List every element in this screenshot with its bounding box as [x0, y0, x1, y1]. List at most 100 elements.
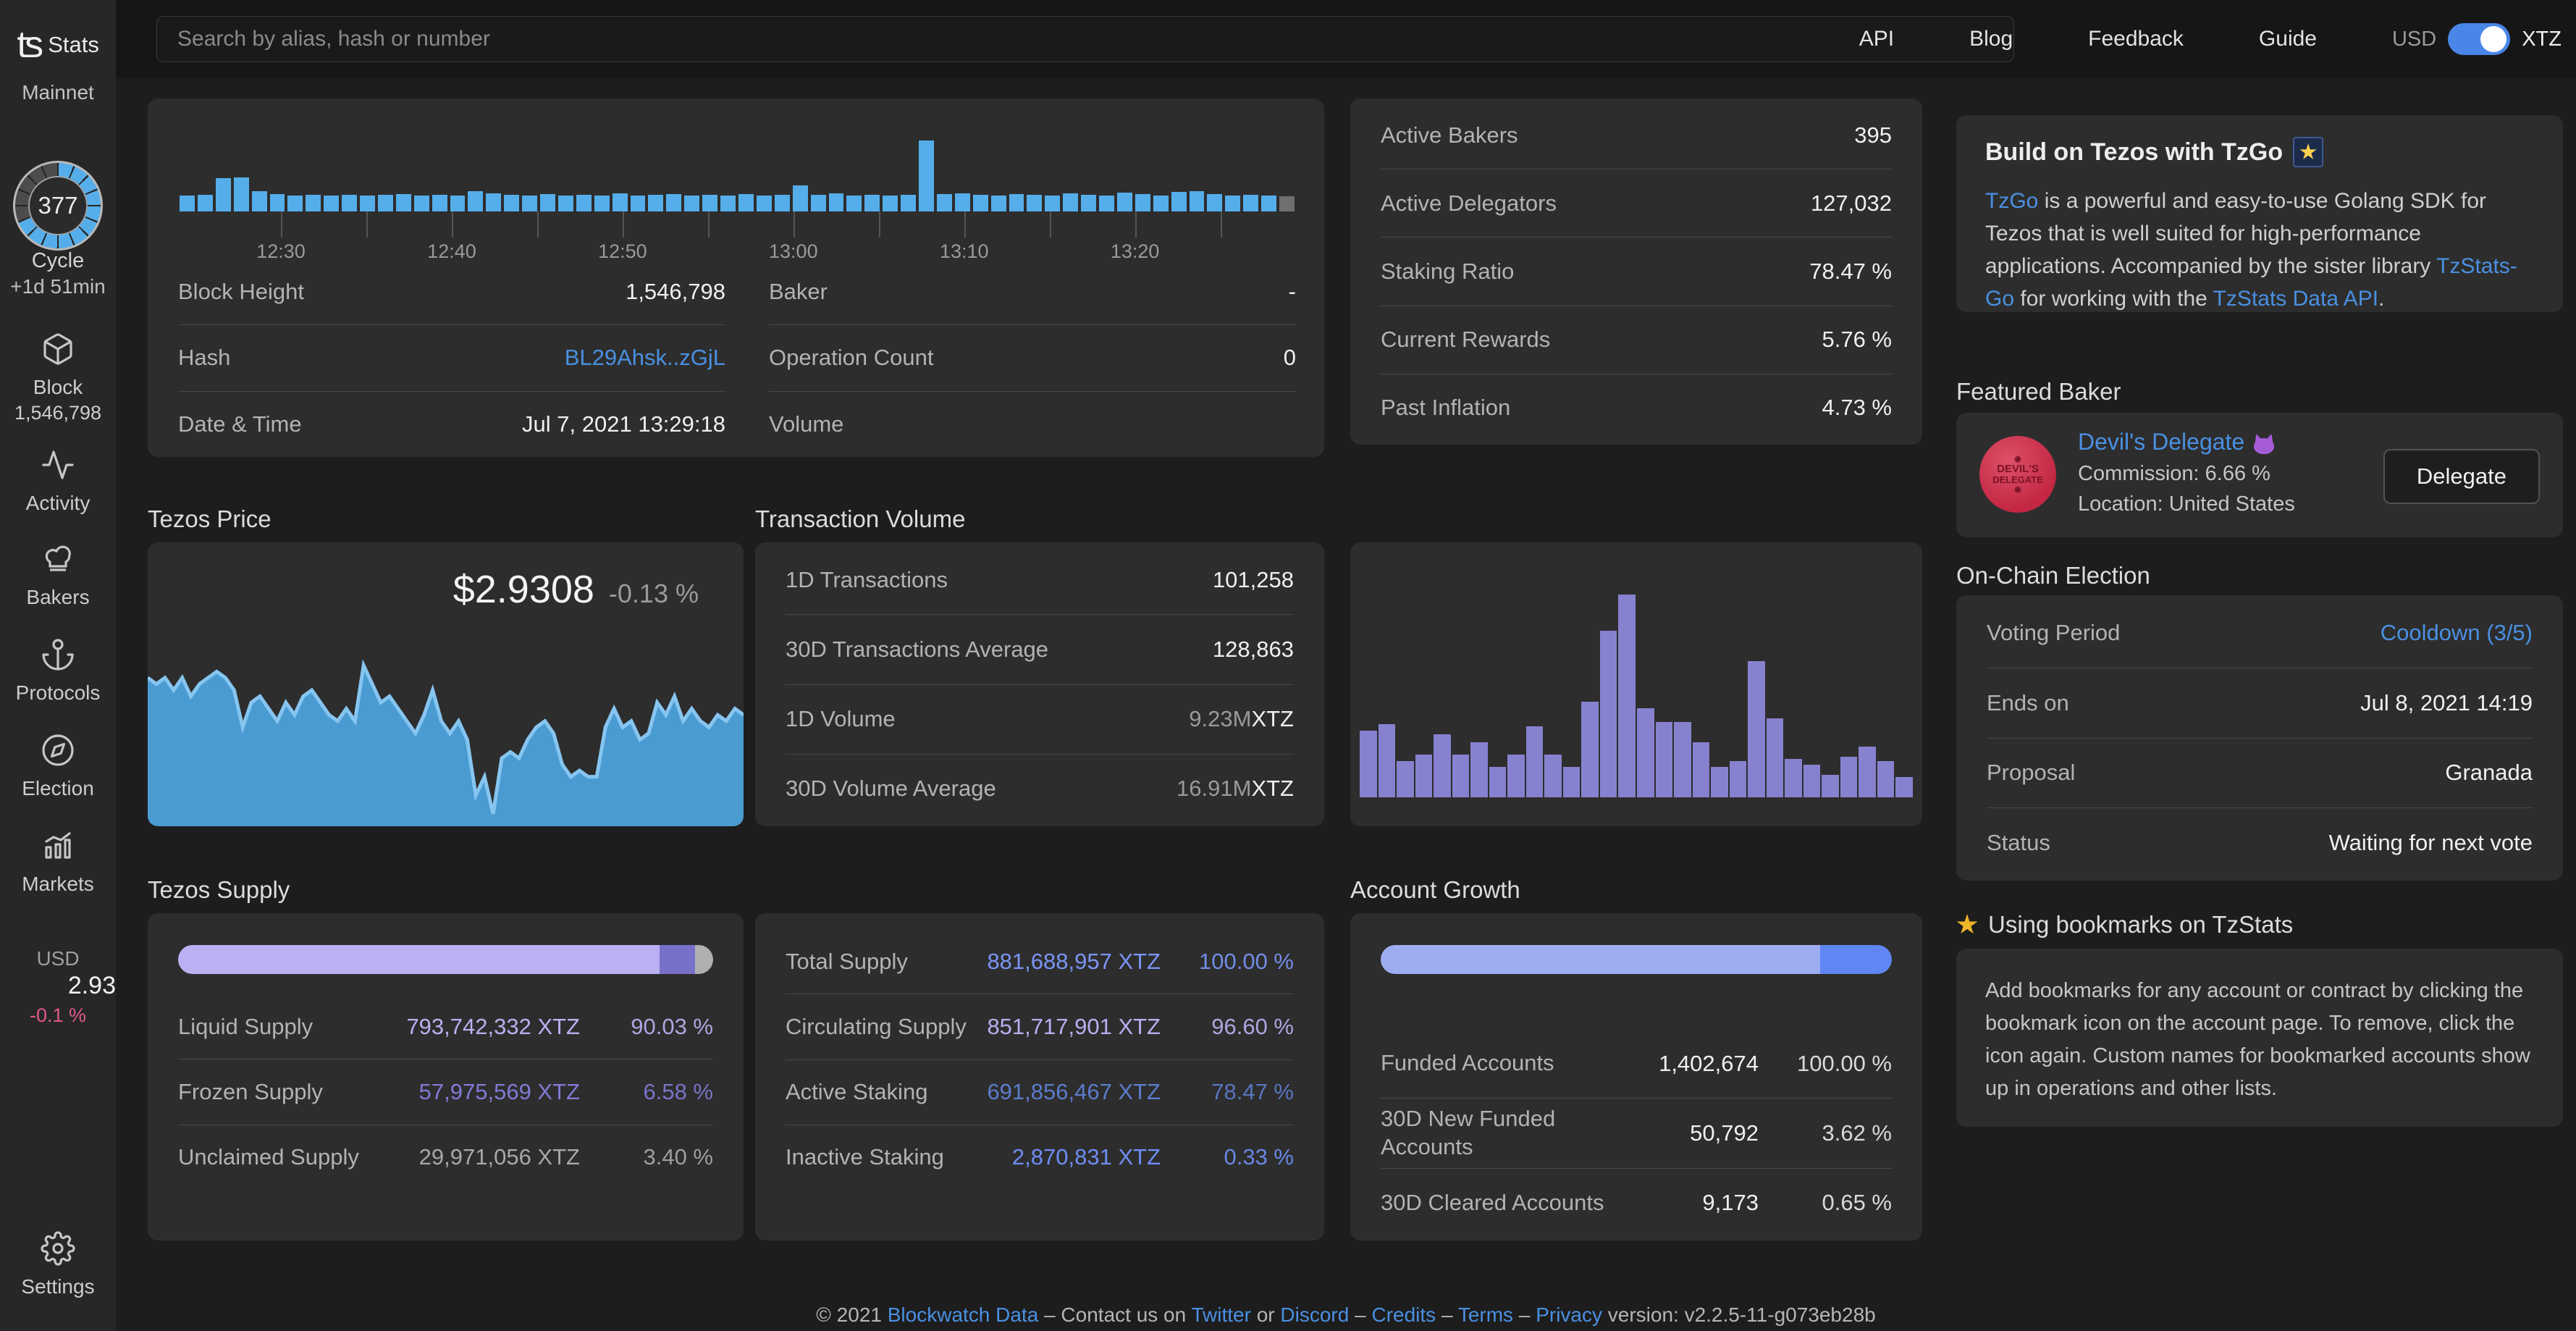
- avatar-text: DEVIL'S: [1997, 462, 2039, 475]
- table-row: Total Supply 881,688,957 XTZ 100.00 %: [786, 929, 1294, 994]
- tx-volume-heading: Transaction Volume: [755, 505, 966, 532]
- sidebar-item-activity[interactable]: Activity: [0, 448, 116, 515]
- row-value: 128,863: [1212, 636, 1294, 662]
- activity-pulse-icon: [41, 450, 75, 485]
- currency-xtz-label[interactable]: XTZ: [2522, 28, 2562, 51]
- topbar-link-api[interactable]: API: [1859, 27, 1894, 51]
- chart-tick-line: [707, 211, 710, 238]
- table-row: Date & Time Jul 7, 2021 13:29:18: [178, 390, 725, 457]
- inline-text: –: [1349, 1303, 1372, 1326]
- block-bar: [738, 194, 754, 211]
- volume-bar: [1674, 722, 1691, 797]
- inline-text: –: [1436, 1303, 1458, 1326]
- supply-left-panel: Liquid Supply 793,742,332 XTZ 90.03 % Froze…: [148, 913, 744, 1240]
- currency-switch: USD XTZ: [2392, 23, 2562, 55]
- row-value: 793,742,332 XTZ: [406, 1013, 580, 1039]
- election-panel: Voting Period Cooldown (3/5) Ends on Jul 8,…: [1956, 595, 2563, 881]
- tzstats-logo[interactable]: ʦ Stats: [0, 26, 116, 64]
- sidebar-item-settings[interactable]: Settings: [0, 1231, 116, 1298]
- sidebar-item-protocols[interactable]: Protocols: [0, 637, 116, 705]
- bookmarks-heading: Using bookmarks on TzStats: [1956, 911, 2293, 939]
- sidebar-item-election[interactable]: Election: [0, 733, 116, 800]
- currency-toggle[interactable]: [2448, 23, 2511, 55]
- table-row: 30D Volume Average 16.91M XTZ: [786, 753, 1294, 823]
- growth-rows: Funded Accounts 1,402,674 100.00 % 30D New …: [1381, 1029, 1892, 1238]
- inline-text: is a powerful and easy-to-use Golang SDK…: [1985, 189, 2487, 278]
- growth-progress-bar: [1381, 945, 1892, 974]
- compass-icon: [41, 734, 75, 771]
- baker-commission: Commission: 6.66 %: [2078, 462, 2270, 485]
- inline-link[interactable]: Blockwatch Data: [888, 1303, 1039, 1326]
- volume-bar: [1729, 760, 1747, 797]
- network-stats-panel: Active Bakers 395 Active Delegators 127,032…: [1350, 98, 1922, 445]
- block-bar: [684, 196, 700, 211]
- tzstats-dashboard: ʦ Stats Mainnet 377 Cycle +1d 51min Bloc…: [0, 0, 2576, 1331]
- baker-name-link[interactable]: Devil's Delegate: [2078, 429, 2244, 455]
- block-bar: [1099, 196, 1114, 211]
- table-row: Staking Ratio 78.47 %: [1381, 237, 1892, 305]
- row-value: 78.47 %: [1809, 259, 1892, 284]
- row-values: -: [1289, 279, 1296, 305]
- row-label: Current Rewards: [1381, 327, 1551, 353]
- volume-bar: [1840, 757, 1858, 797]
- progress-segment: [660, 945, 695, 974]
- volume-bar: [1895, 777, 1913, 797]
- inline-link[interactable]: Discord: [1280, 1303, 1349, 1326]
- cycle-eta: +1d 51min: [10, 275, 106, 298]
- star-icon: [1956, 914, 1978, 934]
- cycle-number: 377: [28, 176, 88, 235]
- chart-tick-line: [964, 211, 966, 238]
- table-row: Baker -: [769, 259, 1296, 324]
- growth-heading: Account Growth: [1350, 876, 1520, 903]
- sidebar-item-block[interactable]: Block 1,546,798: [0, 332, 116, 424]
- table-row: Circulating Supply 851,717,901 XTZ 96.60 %: [786, 994, 1294, 1059]
- row-value: 0: [1283, 345, 1296, 371]
- row-percent: 6.58 %: [643, 1078, 713, 1104]
- baker-avatar[interactable]: ◉ DEVIL'S DELEGATE ◉: [1979, 436, 2056, 513]
- row-values: 29,971,056 XTZ 3.40 %: [419, 1144, 713, 1170]
- inline-link[interactable]: TzGo: [1985, 189, 2038, 213]
- row-label: Active Staking: [786, 1079, 928, 1105]
- topbar-links: API Blog Feedback Guide USD XTZ: [1859, 0, 2562, 78]
- topbar-link-blog[interactable]: Blog: [1969, 27, 2013, 51]
- inline-link[interactable]: Credits: [1371, 1303, 1436, 1326]
- inline-link[interactable]: Terms: [1458, 1303, 1513, 1326]
- block-bar: [468, 191, 484, 211]
- topbar-link-guide[interactable]: Guide: [2259, 27, 2317, 51]
- block-bar: [919, 140, 934, 211]
- volume-bar: [1378, 724, 1396, 797]
- row-value: 5.76 %: [1822, 327, 1892, 353]
- table-row: Past Inflation 4.73 %: [1381, 373, 1892, 442]
- block-bar: [576, 195, 592, 211]
- inline-link[interactable]: TzStats Data API: [2213, 287, 2378, 311]
- block-bar: [395, 194, 411, 211]
- delegate-button[interactable]: Delegate: [2383, 449, 2540, 504]
- volume-bar: [1711, 767, 1728, 797]
- row-values: Waiting for next vote: [2329, 830, 2533, 856]
- row-values: 1,546,798: [626, 279, 725, 305]
- inline-link[interactable]: Privacy: [1536, 1303, 1602, 1326]
- inline-link[interactable]: Twitter: [1191, 1303, 1250, 1326]
- row-value: 9,173: [1702, 1190, 1759, 1216]
- sidebar-item-bakers[interactable]: Bakers: [0, 542, 116, 609]
- block-bar: [540, 194, 555, 211]
- row-values: 57,975,569 XTZ 6.58 %: [419, 1079, 713, 1105]
- table-row: Hash BL29Ahsk..zGjL: [178, 324, 725, 390]
- currency-usd-label[interactable]: USD: [2392, 28, 2436, 51]
- cycle-gauge: 377: [13, 161, 103, 251]
- row-value-link[interactable]: BL29Ahsk..zGjL: [565, 345, 725, 371]
- row-label: Block Height: [178, 279, 305, 305]
- sidebar-item-markets[interactable]: Markets: [0, 828, 116, 896]
- row-value-link[interactable]: Cooldown (3/5): [2381, 620, 2533, 646]
- row-label: 30D Transactions Average: [786, 636, 1049, 662]
- sidebar-item-label: Election: [22, 777, 94, 799]
- block-bar: [1243, 195, 1259, 211]
- row-value: 29,971,056 XTZ: [418, 1144, 580, 1170]
- sidebar-price-widget: USD 2.93 -0.1 %: [0, 947, 116, 1027]
- table-row: Inactive Staking 2,870,831 XTZ 0.33 %: [786, 1124, 1294, 1190]
- network-label: Mainnet: [22, 81, 94, 104]
- search-input[interactable]: [156, 16, 2014, 62]
- topbar-link-feedback[interactable]: Feedback: [2088, 27, 2184, 51]
- bookmarks-heading-text: Using bookmarks on TzStats: [1988, 911, 2294, 938]
- row-label: 30D Cleared Accounts: [1381, 1189, 1604, 1215]
